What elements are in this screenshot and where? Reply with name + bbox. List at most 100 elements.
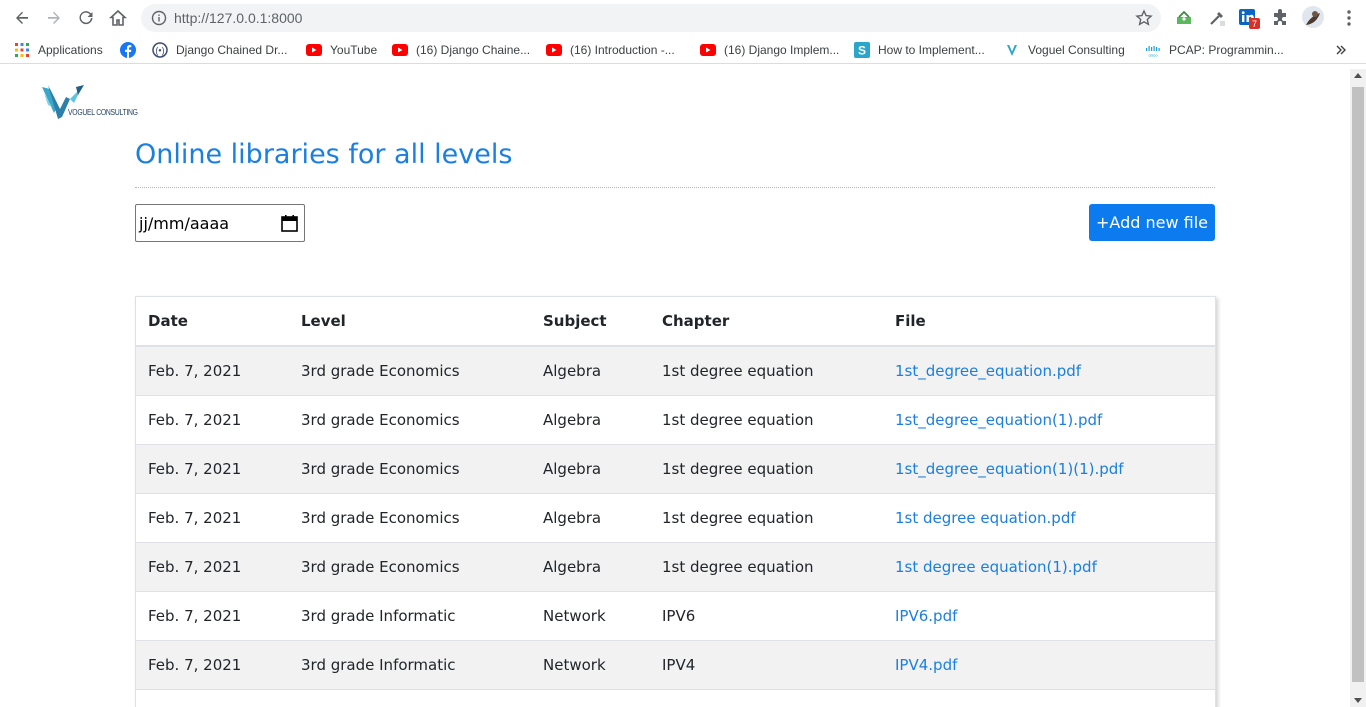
- bookmark-applications[interactable]: Applications: [14, 41, 103, 59]
- table-row: Feb. 7, 2021 3rd grade Economics Algebra…: [136, 541, 1215, 591]
- table-header-row: Date Level Subject Chapter File: [136, 297, 1215, 347]
- site-icon: (•): [152, 42, 168, 58]
- svg-text:S: S: [858, 44, 866, 58]
- cell-file: IPV6.pdf: [883, 590, 1215, 640]
- table-row: Feb. 7, 2021 3rd grade Informatic Networ…: [136, 639, 1215, 689]
- header-file: File: [883, 297, 1215, 347]
- cell-date: Feb. 7, 2021: [136, 590, 289, 640]
- title-divider: [135, 187, 1215, 188]
- scrollbar-thumb[interactable]: [1352, 87, 1364, 682]
- v-icon: [1004, 42, 1020, 58]
- url-text: http://127.0.0.1:8000: [174, 10, 303, 26]
- kebab-menu-icon[interactable]: [1338, 7, 1360, 29]
- more-bookmarks-chevron-icon[interactable]: [1336, 41, 1346, 59]
- file-link[interactable]: 1st_degree_equation.pdf: [895, 362, 1081, 380]
- linkedin-icon[interactable]: 7: [1238, 7, 1260, 29]
- bookmark-label: How to Implement...: [878, 43, 985, 57]
- cell-subject: Algebra: [531, 492, 650, 542]
- table-row: Feb. 7, 2021 3rd grade Economics Algebra…: [136, 394, 1215, 444]
- cell-date: Feb. 7, 2021: [136, 394, 289, 444]
- bookmark-django-implem[interactable]: (16) Django Implem...: [700, 41, 839, 59]
- table-row: Feb. 7, 2021 3rd grade Informatic Networ…: [136, 590, 1215, 640]
- apps-grid-icon: [14, 42, 30, 58]
- puzzle-extensions-icon[interactable]: [1269, 7, 1291, 29]
- file-link[interactable]: 1st_degree_equation(1).pdf: [895, 411, 1102, 429]
- bookmark-introduction[interactable]: (16) Introduction -...: [546, 41, 675, 59]
- add-new-file-button[interactable]: +Add new file: [1089, 204, 1215, 241]
- header-level: Level: [289, 297, 531, 347]
- home-icon[interactable]: [106, 6, 130, 30]
- table-row: Feb. 7, 2021 3rd grade Economics Algebra…: [136, 443, 1215, 493]
- cell-chapter: [650, 688, 883, 707]
- cell-chapter: 1st degree equation: [650, 443, 883, 493]
- file-link[interactable]: IPV4.pdf: [895, 656, 957, 674]
- bookmark-label: Django Chained Dr...: [176, 43, 288, 57]
- forward-arrow-icon[interactable]: [42, 6, 66, 30]
- file-link[interactable]: 1st_degree_equation(1)(1).pdf: [895, 460, 1124, 478]
- cell-file: [883, 688, 1215, 707]
- cell-file: 1st degree equation(1).pdf: [883, 541, 1215, 591]
- page-title: Online libraries for all levels: [135, 139, 513, 170]
- s-icon: S: [854, 42, 870, 58]
- table-row: Feb. 7, 2021 3rd grade Economics Algebra…: [136, 345, 1215, 395]
- table-row: [136, 688, 1215, 707]
- reload-icon[interactable]: [74, 6, 98, 30]
- cell-date: Feb. 7, 2021: [136, 492, 289, 542]
- vertical-scrollbar[interactable]: [1350, 69, 1366, 707]
- bookmark-pcap[interactable]: cisco PCAP: Programmin...: [1145, 41, 1284, 59]
- cell-chapter: 1st degree equation: [650, 541, 883, 591]
- cell-date: [136, 688, 289, 707]
- bookmark-voguel-consulting[interactable]: Voguel Consulting: [1004, 41, 1125, 59]
- profile-avatar[interactable]: [1301, 5, 1325, 29]
- cell-file: 1st_degree_equation(1).pdf: [883, 394, 1215, 444]
- bookmark-label: PCAP: Programmin...: [1169, 43, 1284, 57]
- cell-subject: [531, 688, 650, 707]
- linkedin-badge-count: 7: [1252, 19, 1257, 29]
- bookmark-facebook[interactable]: [120, 41, 144, 59]
- cell-chapter: IPV6: [650, 590, 883, 640]
- cell-level: 3rd grade Economics: [289, 541, 531, 591]
- scroll-down-arrow-icon[interactable]: [1354, 698, 1362, 703]
- bookmark-label: (16) Django Chaine...: [416, 43, 531, 57]
- address-bar[interactable]: http://127.0.0.1:8000: [141, 4, 1161, 32]
- file-link[interactable]: 1st degree equation.pdf: [895, 509, 1076, 527]
- table-row: Feb. 7, 2021 3rd grade Economics Algebra…: [136, 492, 1215, 542]
- bookmark-label: (16) Introduction -...: [570, 43, 675, 57]
- youtube-icon: [306, 42, 322, 58]
- info-icon[interactable]: [151, 10, 167, 26]
- back-arrow-icon[interactable]: [10, 6, 34, 30]
- bookmark-how-to-implement[interactable]: S How to Implement...: [854, 41, 985, 59]
- logo-text: VOGUEL CONSULTING: [68, 108, 138, 117]
- file-link[interactable]: 1st degree equation(1).pdf: [895, 558, 1097, 576]
- youtube-icon: [392, 42, 408, 58]
- date-placeholder: jj/mm/aaaa: [139, 214, 230, 233]
- date-filter-input[interactable]: jj/mm/aaaa: [135, 204, 305, 242]
- extension-green-icon[interactable]: [1173, 7, 1195, 29]
- bookmark-youtube[interactable]: YouTube: [306, 41, 377, 59]
- cell-chapter: 1st degree equation: [650, 492, 883, 542]
- bookmark-star-icon[interactable]: [1135, 9, 1153, 27]
- scroll-up-arrow-icon[interactable]: [1354, 73, 1362, 78]
- calendar-icon[interactable]: [281, 214, 298, 232]
- cell-chapter: IPV4: [650, 639, 883, 689]
- cell-subject: Network: [531, 639, 650, 689]
- cell-level: [289, 688, 531, 707]
- eyedropper-extension-icon[interactable]: [1206, 7, 1228, 29]
- cell-level: 3rd grade Economics: [289, 345, 531, 395]
- cell-level: 3rd grade Economics: [289, 394, 531, 444]
- file-link[interactable]: IPV6.pdf: [895, 607, 957, 625]
- cell-date: Feb. 7, 2021: [136, 639, 289, 689]
- cell-date: Feb. 7, 2021: [136, 345, 289, 395]
- bookmark-label: YouTube: [330, 43, 378, 57]
- cell-level: 3rd grade Economics: [289, 492, 531, 542]
- page-content: VOGUEL CONSULTING Online libraries for a…: [0, 69, 1350, 707]
- bookmark-label: (16) Django Implem...: [724, 43, 840, 57]
- bookmark-django-chained[interactable]: (•) Django Chained Dr...: [152, 41, 287, 59]
- cisco-icon: cisco: [1145, 42, 1161, 58]
- voguel-logo[interactable]: VOGUEL CONSULTING: [40, 83, 138, 125]
- cell-level: 3rd grade Informatic: [289, 590, 531, 640]
- cell-level: 3rd grade Informatic: [289, 639, 531, 689]
- bookmark-label: Applications: [38, 43, 103, 57]
- cell-date: Feb. 7, 2021: [136, 443, 289, 493]
- bookmark-django-chaine[interactable]: (16) Django Chaine...: [392, 41, 530, 59]
